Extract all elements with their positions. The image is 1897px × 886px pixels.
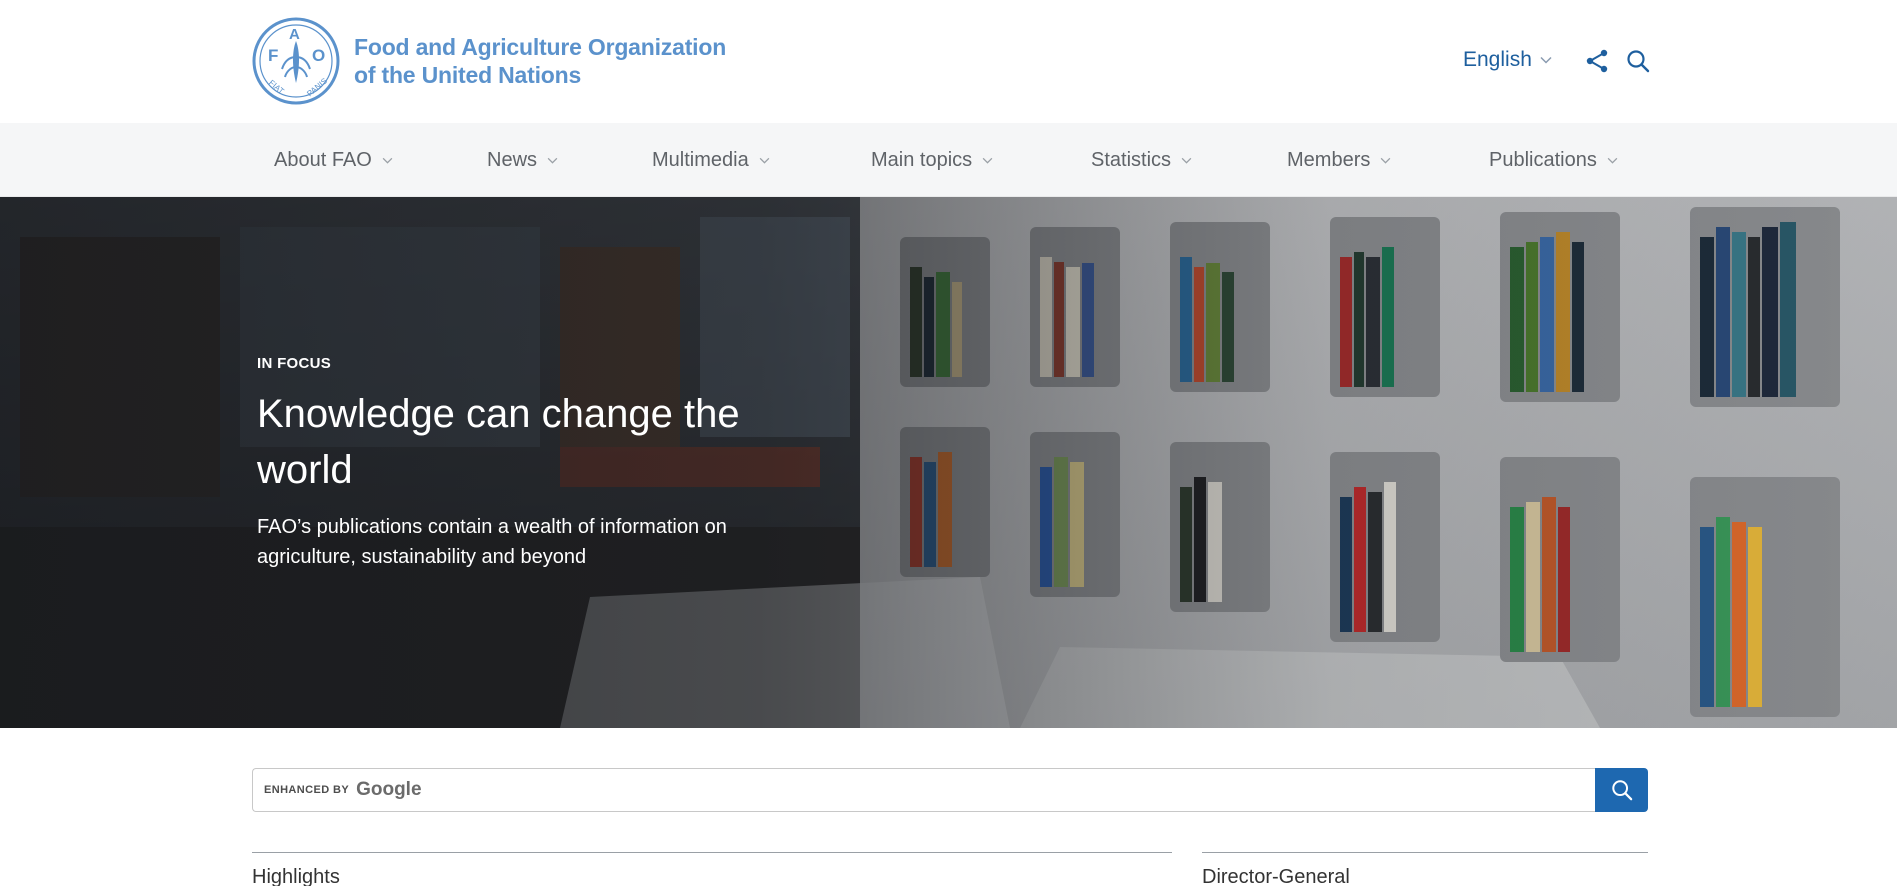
nav-item-members[interactable]: Members — [1287, 123, 1391, 197]
hero-content: IN FOCUS Knowledge can change the world … — [257, 355, 777, 572]
chevron-down-icon — [382, 157, 393, 164]
site-header: F A O FIAT PANIS Food and Agriculture Or… — [0, 0, 1897, 123]
nav-item-main-topics[interactable]: Main topics — [871, 123, 993, 197]
nav-item-label: Members — [1287, 148, 1371, 171]
chevron-down-icon — [547, 157, 558, 164]
search-icon[interactable] — [1626, 49, 1650, 73]
hero-title[interactable]: Knowledge can change the world — [257, 386, 777, 498]
nav-item-multimedia[interactable]: Multimedia — [652, 123, 770, 197]
hero-subtitle: FAO’s publications contain a wealth of i… — [257, 516, 727, 568]
chevron-down-icon — [759, 157, 770, 164]
nav-item-label: Publications — [1489, 148, 1597, 171]
search-enhanced-by-label: ENHANCED BY — [264, 784, 350, 796]
nav-item-label: Statistics — [1091, 148, 1172, 171]
org-name: Food and Agriculture Organization of the… — [354, 33, 726, 89]
language-selector[interactable]: English — [1463, 48, 1552, 72]
share-icon[interactable] — [1585, 49, 1609, 73]
nav-item-label: Multimedia — [652, 148, 749, 171]
fao-logo[interactable]: F A O FIAT PANIS Food and Agriculture Or… — [252, 17, 726, 105]
svg-text:O: O — [312, 46, 325, 65]
hero-kicker: IN FOCUS — [257, 355, 332, 372]
nav-item-publications[interactable]: Publications — [1489, 123, 1618, 197]
nav-item-about-fao[interactable]: About FAO — [274, 123, 393, 197]
search-icon — [1611, 780, 1632, 801]
nav-item-label: Main topics — [871, 148, 973, 171]
language-label: English — [1463, 48, 1532, 71]
google-logo: Google — [356, 779, 422, 800]
chevron-down-icon — [1540, 56, 1552, 64]
svg-text:A: A — [289, 26, 300, 43]
chevron-down-icon — [1181, 157, 1192, 164]
svg-text:F: F — [268, 46, 278, 65]
nav-item-news[interactable]: News — [487, 123, 558, 197]
org-name-line2: of the United Nations — [354, 62, 582, 88]
section-title-highlights: Highlights — [252, 852, 1172, 886]
section-title-director-general: Director-General — [1202, 852, 1648, 886]
chevron-down-icon — [982, 157, 993, 164]
site-search-button[interactable] — [1595, 768, 1648, 812]
org-name-line1: Food and Agriculture Organization — [354, 34, 727, 60]
main-navigation: About FAO News Multimedia Main topics St… — [0, 123, 1897, 197]
fao-emblem-icon: F A O FIAT PANIS — [252, 17, 340, 105]
site-search-input[interactable]: ENHANCED BY Google — [252, 768, 1595, 812]
chevron-down-icon — [1607, 157, 1618, 164]
nav-item-label: News — [487, 148, 538, 171]
nav-item-statistics[interactable]: Statistics — [1091, 123, 1192, 197]
nav-item-label: About FAO — [274, 148, 372, 171]
hero-banner[interactable]: IN FOCUS Knowledge can change the world … — [0, 197, 1897, 728]
chevron-down-icon — [1381, 157, 1391, 164]
svg-text:PANIS: PANIS — [305, 76, 329, 98]
